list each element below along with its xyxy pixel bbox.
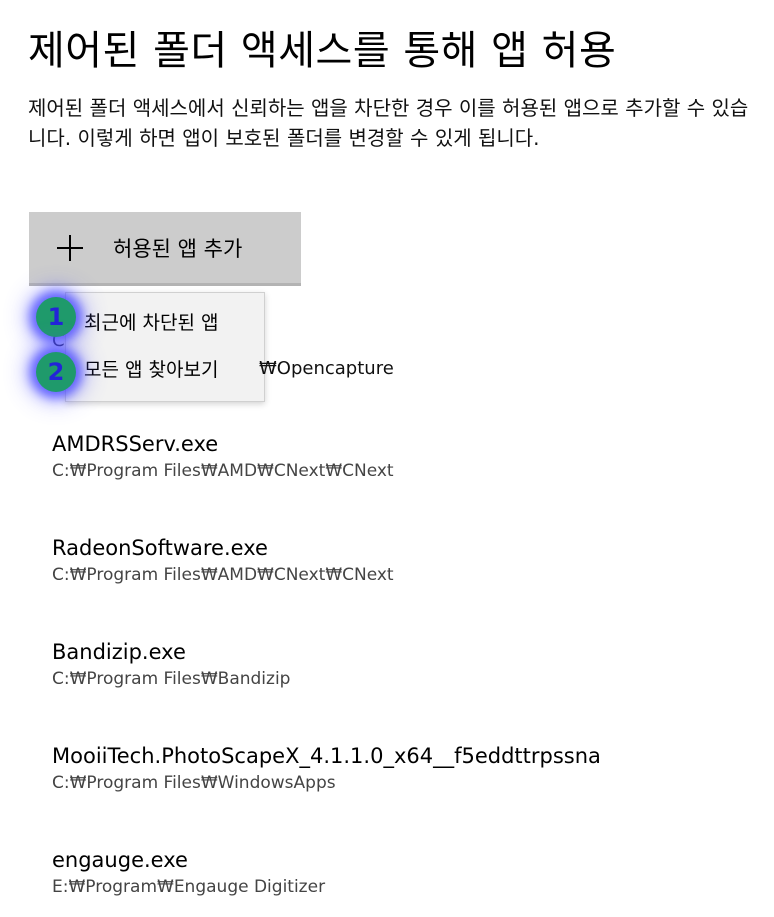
add-app-dropdown-menu: 최근에 차단된 앱 모든 앱 찾아보기 [65,292,265,402]
step-badge-1: 1 [36,297,76,337]
add-allowed-app-label: 허용된 앱 추가 [113,236,243,261]
allow-app-page: 제어된 폴더 액세스를 통해 앱 허용 제어된 폴더 액세스에서 신뢰하는 앱을… [0,0,774,917]
app-name: Bandizip.exe [52,640,186,664]
menu-item-browse-all-apps[interactable]: 모든 앱 찾아보기 [84,355,218,385]
menu-item-recently-blocked[interactable]: 최근에 차단된 앱 [84,308,218,338]
app-name: RadeonSoftware.exe [52,536,268,560]
page-title: 제어된 폴더 액세스를 통해 앱 허용 [28,28,617,74]
allowed-app-item[interactable]: MooiiTech.PhotoScapeX_4.1.1.0_x64__f5edd… [52,744,601,793]
add-allowed-app-button[interactable]: 허용된 앱 추가 [29,212,301,286]
app-path: E:₩Program₩Engauge Digitizer [52,877,326,897]
app-name: MooiiTech.PhotoScapeX_4.1.1.0_x64__f5edd… [52,744,601,768]
page-description: 제어된 폴더 액세스에서 신뢰하는 앱을 차단한 경우 이를 허용된 앱으로 추… [28,96,749,150]
plus-icon [57,234,83,261]
app-path: C:₩Program Files₩AMD₩CNext₩CNext [52,461,394,481]
first-app-path-partial: ₩Opencapture [259,358,394,379]
app-name: AMDRSServ.exe [52,432,219,456]
allowed-app-item[interactable]: AMDRSServ.exe C:₩Program Files₩AMD₩CNext… [52,432,394,481]
app-path: C:₩Program Files₩WindowsApps [52,773,336,793]
app-path: C:₩Program Files₩Bandizip [52,669,291,689]
allowed-app-item[interactable]: RadeonSoftware.exe C:₩Program Files₩AMD₩… [52,536,394,585]
allowed-app-item[interactable]: engauge.exe E:₩Program₩Engauge Digitizer [52,848,325,897]
app-path: C:₩Program Files₩AMD₩CNext₩CNext [52,565,394,585]
app-name: engauge.exe [52,848,188,872]
step-badge-2: 2 [36,352,76,392]
allowed-app-item[interactable]: Bandizip.exe C:₩Program Files₩Bandizip [52,640,290,689]
